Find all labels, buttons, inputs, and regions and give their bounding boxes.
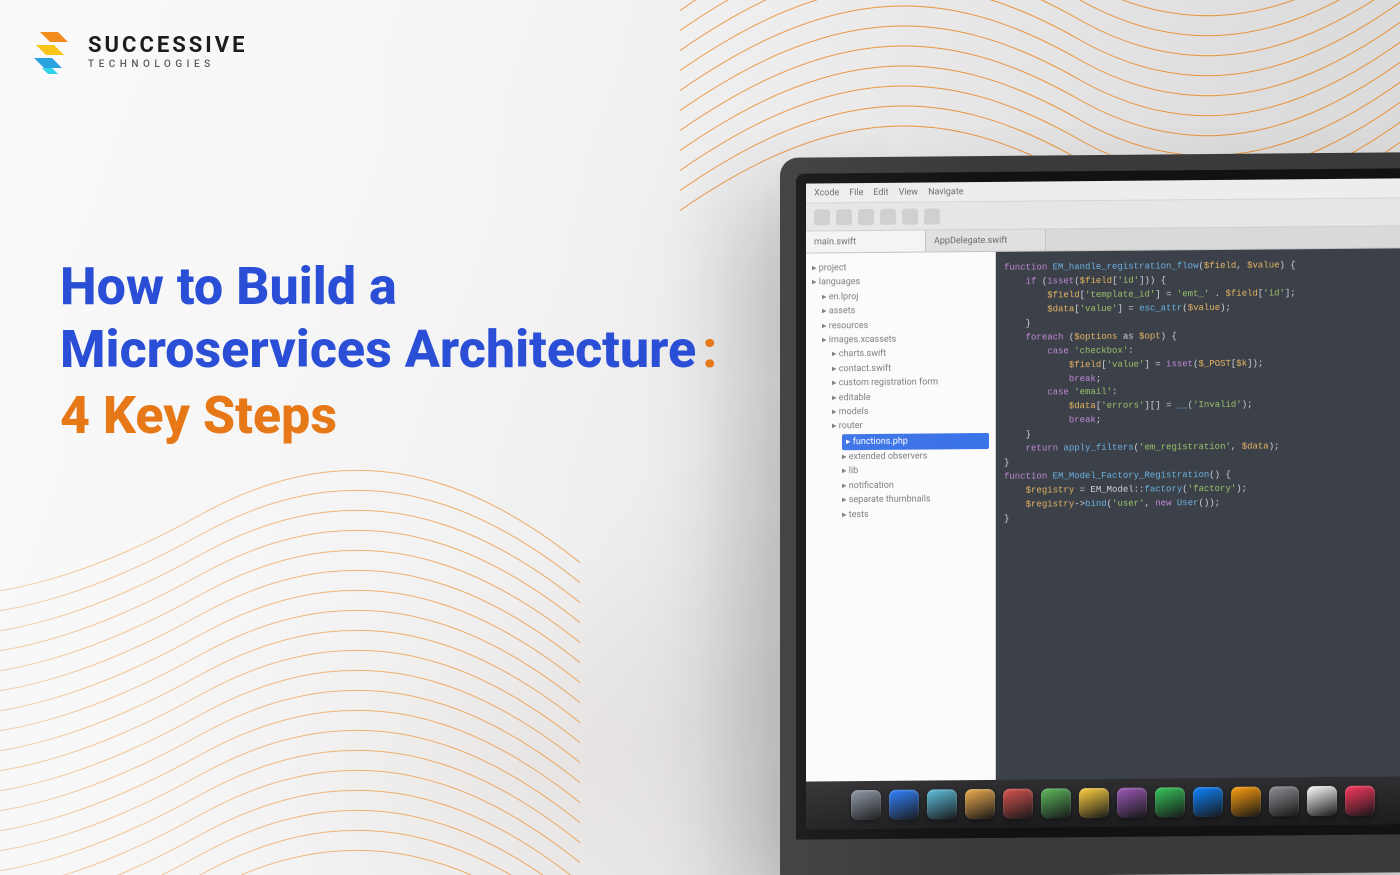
brand-logo: SUCCESSIVE TECHNOLOGIES (34, 28, 248, 76)
ide-toolbar-button (902, 208, 918, 224)
dock-app-icon (1193, 787, 1223, 817)
headline-line-1: How to Build a (60, 256, 397, 317)
ide-sidebar-item: ▸ notification (812, 478, 989, 494)
ide-sidebar-item: ▸ tests (812, 507, 989, 523)
macos-dock (806, 776, 1400, 829)
dock-app-icon (1307, 786, 1337, 816)
ide-panes: ▸ project▸ languages▸ en.lproj▸ assets▸ … (806, 248, 1400, 781)
ide-menubar-item: Navigate (928, 187, 963, 197)
ide-sidebar-item: ▸ editable (812, 389, 989, 405)
dock-app-icon (965, 789, 995, 819)
brand-logo-text: SUCCESSIVE TECHNOLOGIES (88, 35, 248, 70)
dock-app-icon (1231, 787, 1261, 817)
dock-app-icon (889, 790, 919, 820)
ide-sidebar-item: ▸ images.xcassets (812, 332, 989, 348)
ide-tab: AppDelegate.swift (926, 229, 1046, 251)
ide-sidebar-item: ▸ extended observers (812, 449, 989, 465)
ide-sidebar: ▸ project▸ languages▸ en.lproj▸ assets▸ … (806, 252, 996, 782)
laptop-screen: Xcode File Edit View Navigate main.swift App… (806, 178, 1400, 829)
ide-menubar-item: Edit (873, 187, 888, 197)
dock-app-icon (1003, 789, 1033, 819)
laptop-bezel: Xcode File Edit View Navigate main.swift App… (796, 168, 1400, 839)
brand-tagline: TECHNOLOGIES (88, 60, 248, 70)
headline-line-2: Microservices Architecture (60, 319, 696, 380)
laptop-lid: Xcode File Edit View Navigate main.swift App… (780, 152, 1400, 875)
ide-sidebar-item: ▸ charts.swift (812, 346, 989, 362)
brand-name: SUCCESSIVE (88, 35, 248, 57)
ide-toolbar-button (880, 208, 896, 224)
dock-app-icon (1269, 786, 1299, 816)
decor-waves-bottom-left (0, 455, 580, 875)
dock-app-icon (1155, 787, 1185, 817)
ide-toolbar-button (836, 209, 852, 225)
ide-sidebar-item: ▸ en.lproj (812, 289, 989, 305)
brand-logo-mark (34, 28, 76, 76)
dock-app-icon (1345, 786, 1375, 816)
ide-tab: main.swift (806, 231, 926, 253)
headline-title: How to Build a Microservices Architectur… (60, 255, 717, 447)
ide-sidebar-item: ▸ lib (812, 463, 989, 479)
ide-sidebar-item: ▸ functions.php (812, 433, 989, 451)
ide-toolbar-button (814, 209, 830, 225)
laptop-mock: Xcode File Edit View Navigate main.swift App… (780, 152, 1400, 875)
ide-toolbar-button (924, 208, 940, 224)
ide-sidebar-item: ▸ custom registration form (812, 375, 989, 391)
dock-app-icon (1079, 788, 1109, 818)
ide-sidebar-item: ▸ models (812, 404, 989, 420)
ide-sidebar-item: ▸ contact.swift (812, 361, 989, 377)
ide-menubar-item: Xcode (814, 188, 839, 198)
ide-menubar-item: View (899, 187, 918, 197)
dock-app-icon (1041, 788, 1071, 818)
headline-subtitle: 4 Key Steps (60, 384, 717, 447)
ide-sidebar-item: ▸ separate thumbnails (812, 492, 989, 508)
ide-menubar-item: File (849, 188, 863, 198)
ide-sidebar-item: ▸ resources (812, 318, 989, 334)
dock-app-icon (927, 789, 957, 819)
dock-app-icon (1117, 788, 1147, 818)
hero-banner: Xcode File Edit View Navigate main.swift App… (0, 0, 1400, 875)
ide-editor: function EM_handle_registration_flow($fi… (996, 248, 1400, 780)
headline-colon: : (702, 319, 717, 380)
ide-sidebar-item: ▸ assets (812, 303, 989, 319)
headline-block: How to Build a Microservices Architectur… (60, 255, 717, 447)
ide-sidebar-item: ▸ languages (812, 274, 989, 290)
ide-sidebar-item: ▸ project (812, 260, 989, 276)
ide-toolbar-button (858, 208, 874, 224)
ide-sidebar-item: ▸ router (812, 418, 989, 434)
dock-app-icon (851, 790, 881, 820)
